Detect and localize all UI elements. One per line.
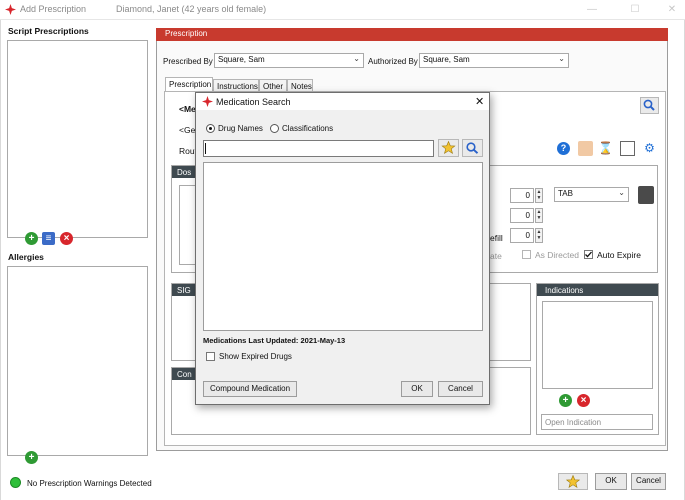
last-updated-text: Medications Last Updated: 2021-May-13 (203, 336, 346, 345)
days-field[interactable]: 0 (510, 208, 534, 223)
drug-names-label: Drug Names (218, 124, 263, 133)
indications-header: Indications (537, 284, 658, 296)
maximize-icon[interactable]: ☐ (628, 3, 642, 17)
auto-expire-checkbox[interactable] (584, 250, 593, 259)
prescribed-by-select[interactable]: Square, Sam ⌄ (214, 53, 364, 68)
remove-indication-button[interactable]: × (577, 394, 590, 407)
allergies-list[interactable] (7, 266, 148, 456)
add-allergy-button[interactable]: + (25, 451, 38, 464)
classifications-radio[interactable] (270, 124, 279, 133)
patient-info: Diamond, Janet (42 years old female) (116, 4, 267, 14)
authorized-by-label: Authorized By (368, 57, 418, 66)
medication-label: <Me (179, 104, 196, 114)
close-icon[interactable]: ✕ (475, 95, 484, 108)
prescribed-by-value: Square, Sam (218, 55, 265, 64)
quantity-field[interactable]: 0 (510, 188, 534, 203)
show-expired-checkbox[interactable] (206, 352, 215, 361)
dialog-title-bar: Medication Search ✕ (196, 93, 489, 110)
quantity-stepper[interactable]: ▲ ▼ (535, 188, 543, 203)
document-settings-icon[interactable] (620, 141, 635, 156)
days-stepper[interactable]: ▲ ▼ (535, 208, 543, 223)
unit-value: TAB (558, 189, 573, 198)
gear-icon[interactable]: ⚙ (642, 141, 657, 156)
star-icon (441, 140, 456, 154)
text-cursor (205, 143, 206, 154)
favorite-button[interactable] (558, 473, 588, 490)
app-logo-icon (5, 4, 16, 15)
generic-label: <Ge (179, 125, 196, 135)
cancel-button[interactable]: Cancel (631, 473, 666, 490)
remove-script-button[interactable]: × (60, 232, 73, 245)
prescription-header: Prescription (156, 28, 668, 41)
close-window-icon[interactable]: ✕ (665, 3, 679, 17)
hourglass-icon[interactable]: ⌛ (598, 141, 613, 156)
chevron-down-icon: ⌄ (618, 188, 625, 197)
refill-field[interactable]: 0 (510, 228, 534, 243)
app-logo-icon (202, 96, 213, 107)
as-directed-checkbox[interactable] (522, 250, 531, 259)
chevron-down-icon: ⌄ (558, 54, 565, 63)
search-icon (466, 142, 479, 154)
refill-label: efill (490, 233, 503, 243)
allergies-label: Allergies (8, 252, 44, 262)
star-icon (565, 474, 581, 488)
drug-names-radio[interactable] (206, 124, 215, 133)
favorites-button[interactable] (438, 139, 459, 157)
status-ok-icon (10, 477, 21, 488)
dialog-ok-button[interactable]: OK (401, 381, 433, 397)
search-button[interactable] (462, 139, 483, 157)
medication-search-button[interactable] (640, 97, 659, 114)
authorized-by-value: Square, Sam (423, 55, 470, 64)
minimize-icon[interactable]: — (585, 3, 599, 17)
classifications-label: Classifications (282, 124, 334, 133)
date-label: ate (490, 251, 502, 261)
refill-stepper[interactable]: ▲ ▼ (535, 228, 543, 243)
add-script-button[interactable]: + (25, 232, 38, 245)
eraser-icon[interactable] (578, 141, 593, 156)
compound-medication-button[interactable]: Compound Medication (203, 381, 297, 397)
open-indication-input[interactable]: Open Indication (541, 414, 653, 430)
search-icon (643, 99, 655, 111)
auto-expire-label: Auto Expire (597, 250, 641, 260)
as-directed-label: As Directed (535, 250, 579, 260)
checkmark-icon (585, 251, 592, 258)
script-prescriptions-list[interactable] (7, 40, 148, 238)
drug-search-input[interactable] (203, 140, 434, 157)
calculator-icon[interactable] (638, 186, 654, 204)
medication-results-list[interactable] (203, 162, 483, 331)
ok-button[interactable]: OK (595, 473, 627, 490)
prescribed-by-label: Prescribed By (163, 57, 213, 66)
tab-prescription[interactable]: Prescription (165, 77, 213, 92)
add-indication-button[interactable]: + (559, 394, 572, 407)
title-bar: Add Prescription Diamond, Janet (42 year… (0, 0, 685, 20)
edit-script-button[interactable]: ≡ (42, 232, 55, 245)
help-icon[interactable]: ? (557, 142, 570, 155)
authorized-by-select[interactable]: Square, Sam ⌄ (419, 53, 569, 68)
chevron-down-icon: ⌄ (353, 54, 360, 63)
unit-select[interactable]: TAB ⌄ (554, 187, 629, 202)
script-prescriptions-label: Script Prescriptions (8, 26, 89, 36)
window-title: Add Prescription (20, 4, 87, 14)
dialog-cancel-button[interactable]: Cancel (438, 381, 483, 397)
dialog-title: Medication Search (216, 97, 291, 107)
warnings-status: No Prescription Warnings Detected (27, 479, 152, 488)
indications-list[interactable] (542, 301, 653, 389)
show-expired-label: Show Expired Drugs (219, 352, 292, 361)
